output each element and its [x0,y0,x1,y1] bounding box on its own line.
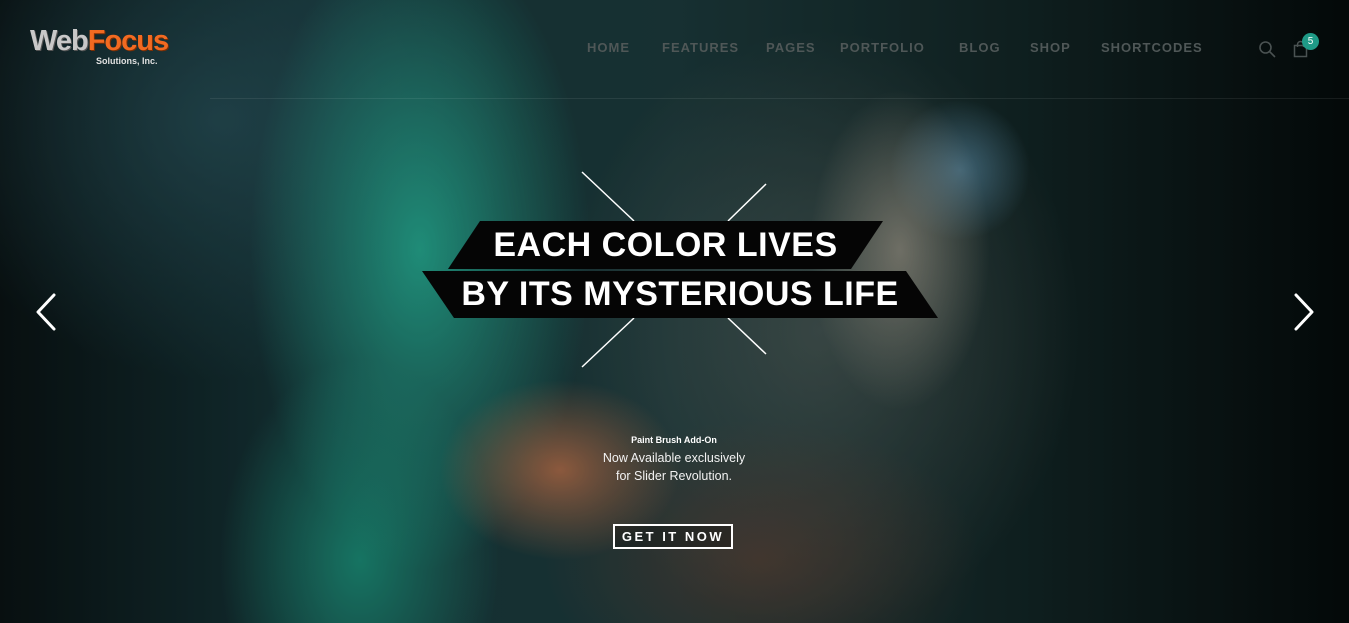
logo-tagline: Solutions, Inc. [96,56,158,66]
nav-item-shortcodes[interactable]: SHORTCODES [1101,40,1203,55]
search-icon[interactable] [1258,40,1276,58]
hero-title-line-2: BY ITS MYSTERIOUS LIFE [422,271,938,318]
hero-title-text-1: EACH COLOR LIVES [493,226,838,264]
site-header: WebFocus Solutions, Inc. HOME FEATURES P… [0,0,1349,100]
chevron-left-icon[interactable] [34,292,58,332]
hero-kicker: Paint Brush Add-On [631,435,717,445]
nav-item-shop[interactable]: SHOP [1030,40,1071,55]
hero-description-line-1: Now Available exclusively [602,451,746,465]
logo-wordmark-focus: Focus [87,25,169,57]
nav-item-home[interactable]: HOME [587,40,630,55]
nav-item-pages[interactable]: PAGES [766,40,816,55]
hero-title-text-2: BY ITS MYSTERIOUS LIFE [461,275,899,313]
cart-count-badge: 5 [1302,33,1319,50]
chevron-right-icon[interactable] [1292,292,1316,332]
nav-item-blog[interactable]: BLOG [959,40,1001,55]
hero-description-line-2: for Slider Revolution. [615,469,733,483]
get-it-now-button[interactable]: GET IT NOW [613,524,733,549]
logo-wordmark: WebFocus [30,25,169,58]
nav-item-portfolio[interactable]: PORTFOLIO [840,40,925,55]
hero-title-line-1: EACH COLOR LIVES [448,221,883,269]
logo-wordmark-web: Web [30,25,89,57]
decorative-cross-lines [581,171,767,368]
site-logo[interactable]: WebFocus Solutions, Inc. [30,25,170,75]
header-divider [210,98,1349,99]
nav-item-features[interactable]: FEATURES [662,40,739,55]
